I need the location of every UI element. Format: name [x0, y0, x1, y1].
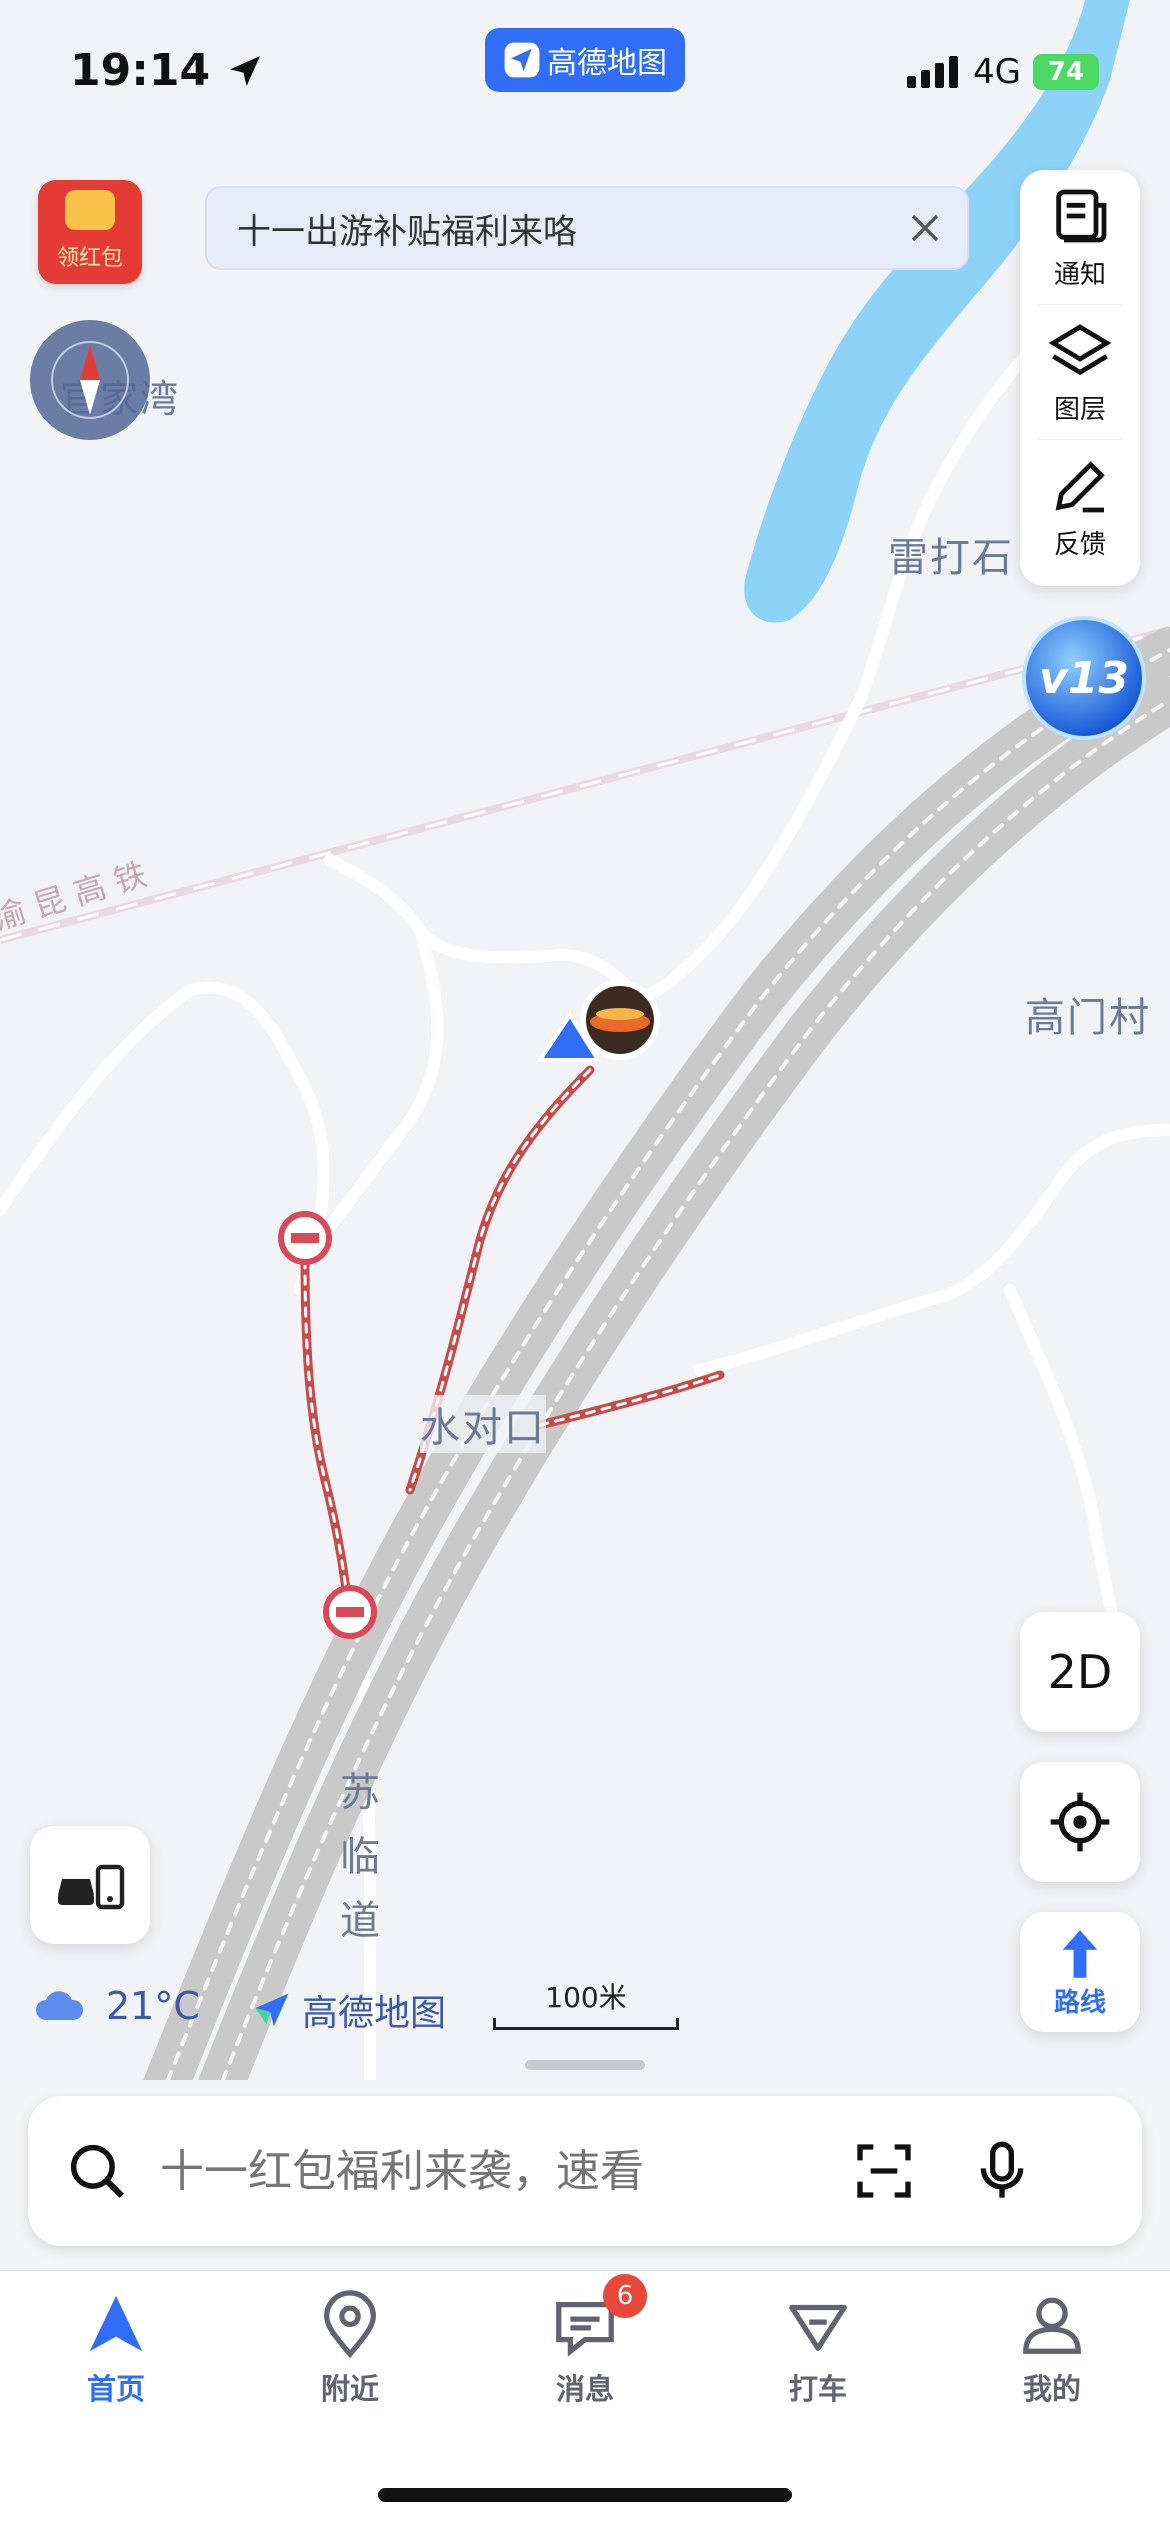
brand-logo: 高德地图: [250, 1984, 446, 2036]
taxi-icon: [789, 2304, 847, 2351]
crosshair-icon: [1050, 1792, 1110, 1852]
notice-icon: [1056, 189, 1107, 242]
route-button[interactable]: 路线: [1020, 1912, 1140, 2032]
tab-nearby[interactable]: 附近: [280, 2290, 420, 2408]
compass-button[interactable]: [30, 320, 150, 440]
search-bar[interactable]: [28, 2096, 1142, 2246]
map-label-sulindao: 苏 临 道: [340, 1770, 382, 1944]
locate-button[interactable]: [1020, 1762, 1140, 1882]
no-entry-marker-1: [278, 1211, 332, 1265]
level-badge[interactable]: v13: [1022, 616, 1146, 740]
layers-button[interactable]: 图层: [1020, 305, 1140, 439]
signal-icon: [907, 56, 958, 88]
battery-icon: 74: [1032, 54, 1099, 90]
car-connect-button[interactable]: [30, 1826, 150, 1944]
weather-widget[interactable]: 21°C: [34, 1984, 200, 2028]
layers-icon: [1048, 323, 1112, 375]
message-count-badge: 6: [603, 2274, 647, 2318]
status-time: 19:14: [70, 45, 265, 96]
microphone-icon[interactable]: [970, 2139, 1034, 2203]
compass-icon: [51, 341, 129, 419]
scale-bar-line: [493, 2018, 679, 2030]
app-badge[interactable]: 高德地图: [485, 28, 685, 92]
home-nav-icon: [89, 2295, 143, 2352]
search-input[interactable]: [158, 2144, 842, 2198]
amap-brand-icon: [255, 1993, 289, 2027]
map-label-leidashi: 雷打石: [888, 535, 1014, 581]
view-mode-2d-button[interactable]: 2D: [1020, 1612, 1140, 1732]
feedback-button[interactable]: 反馈: [1020, 440, 1140, 574]
notice-button[interactable]: 通知: [1020, 170, 1140, 304]
search-icon: [70, 2144, 124, 2198]
tab-home[interactable]: 首页: [46, 2290, 186, 2408]
map-label-shuiduikou: 水对口: [420, 1395, 546, 1453]
user-icon: [1023, 2297, 1081, 2354]
scan-icon[interactable]: [852, 2139, 916, 2203]
red-packet-icon: [65, 190, 115, 230]
cloud-icon: [36, 1991, 84, 2020]
amap-logo-icon: [504, 42, 540, 78]
status-indicators: 4G 74: [905, 52, 1099, 92]
promo-banner[interactable]: 十一出游补贴福利来咯: [205, 186, 969, 270]
red-packet-button[interactable]: 领红包: [38, 180, 142, 284]
tab-messages[interactable]: 消息 6: [515, 2274, 655, 2408]
location-pin-icon: [324, 2290, 376, 2359]
location-arrow-icon: [230, 56, 261, 86]
tab-taxi[interactable]: 打车: [748, 2290, 888, 2408]
route-arrow-icon: [1062, 1929, 1098, 1978]
map-label-gaomencun: 高门村: [1025, 995, 1151, 1041]
car-phone-icon: [58, 1864, 125, 1910]
feedback-icon: [1055, 460, 1105, 512]
map-tools-panel: 通知 图层 反馈: [1020, 170, 1140, 586]
sheet-handle[interactable]: [525, 2060, 645, 2070]
scale-bar: 100米: [493, 1976, 679, 2030]
close-icon[interactable]: [907, 210, 943, 246]
home-indicator: [378, 2488, 792, 2502]
no-entry-marker-2: [323, 1585, 377, 1639]
tab-profile[interactable]: 我的: [982, 2290, 1122, 2408]
